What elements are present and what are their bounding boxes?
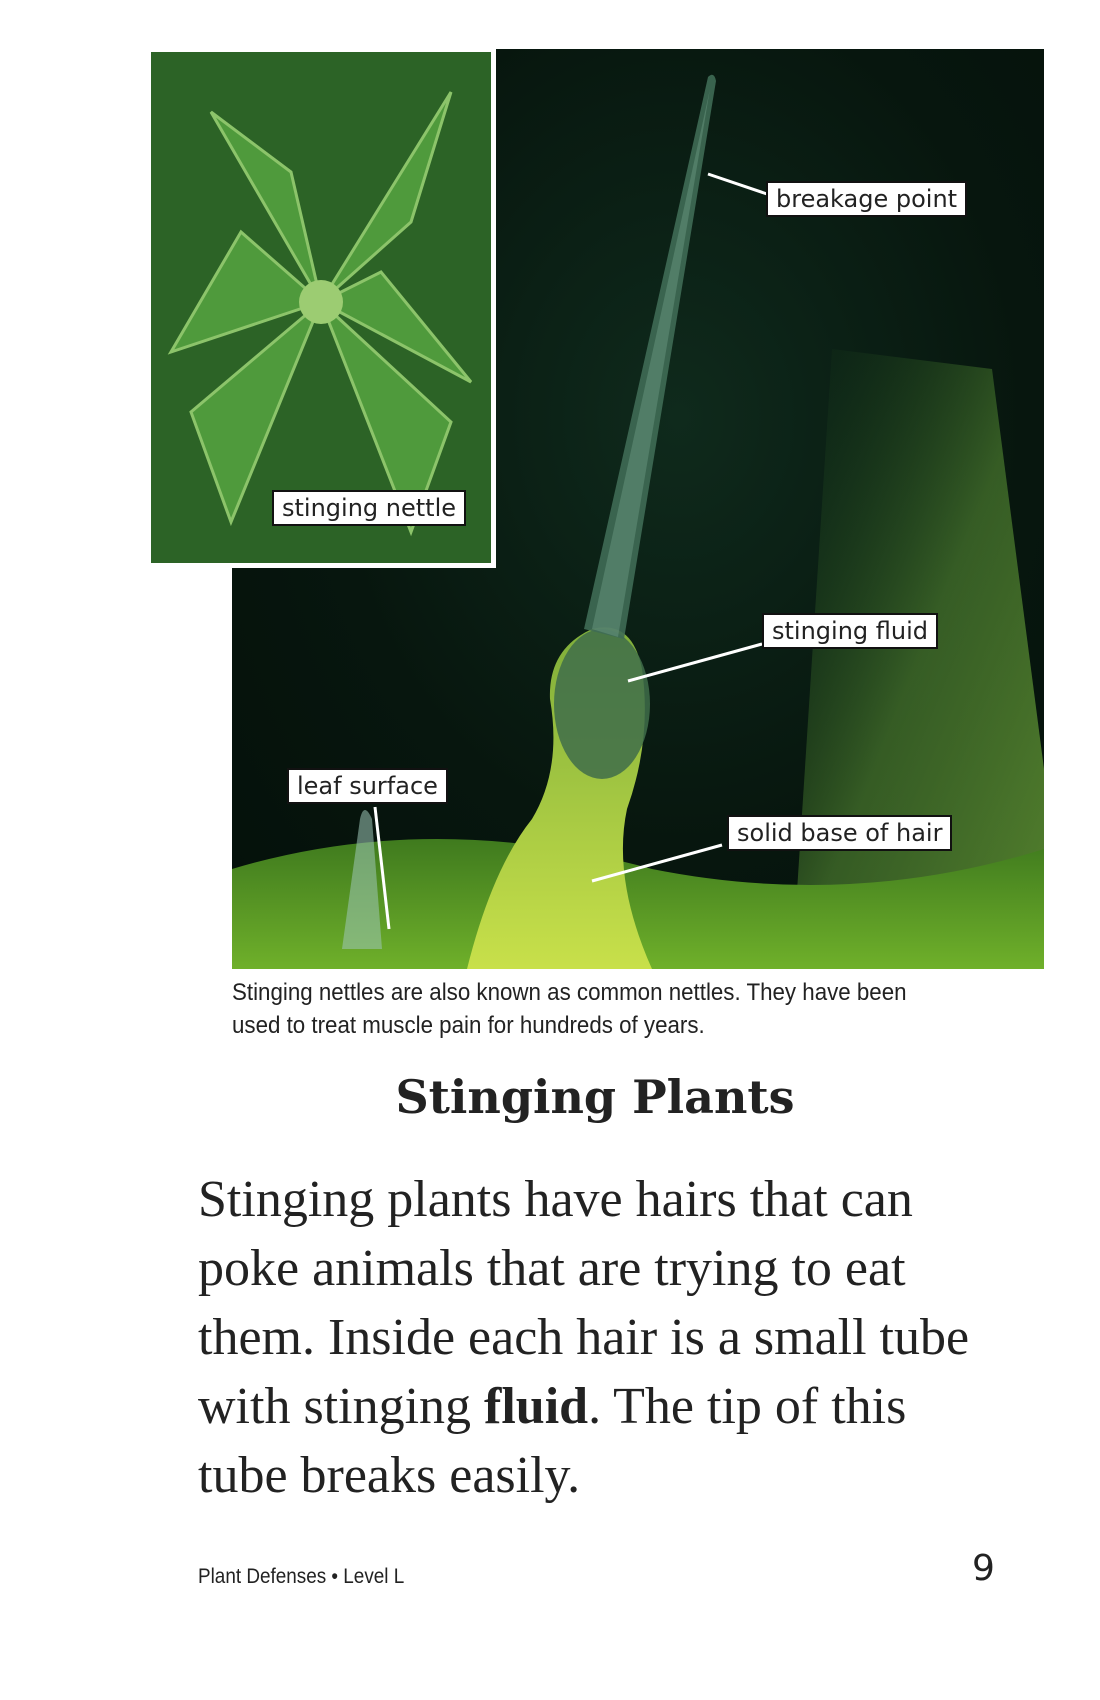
label-stinging-fluid: stinging fluid — [762, 613, 938, 649]
book-title: Plant Defenses • Level L — [198, 1565, 405, 1588]
page-number: 9 — [972, 1548, 995, 1589]
label-leaf-surface: leaf surface — [287, 768, 448, 804]
label-breakage-point: breakage point — [766, 181, 968, 217]
label-stinging-nettle: stinging nettle — [272, 490, 466, 526]
body-paragraph: Stinging plants have hairs that can poke… — [198, 1165, 998, 1510]
section-heading: Stinging Plants — [395, 1070, 795, 1124]
vocabulary-word: fluid — [484, 1378, 589, 1435]
figure-caption: Stinging nettles are also known as commo… — [232, 979, 907, 1039]
label-solid-base-of-hair: solid base of hair — [727, 815, 953, 851]
